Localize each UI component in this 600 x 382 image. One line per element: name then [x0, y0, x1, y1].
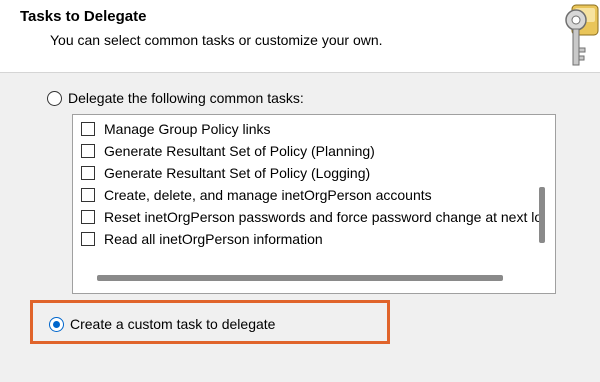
delegate-common-tasks-radio[interactable]: [47, 90, 62, 106]
task-checkbox[interactable]: [81, 166, 95, 180]
task-label: Manage Group Policy links: [104, 121, 271, 137]
list-item[interactable]: Read all inetOrgPerson information: [81, 231, 323, 247]
keys-icon: [565, 4, 599, 66]
task-checkbox[interactable]: [81, 232, 95, 246]
task-label: Reset inetOrgPerson passwords and force …: [104, 209, 543, 225]
list-item[interactable]: Create, delete, and manage inetOrgPerson…: [81, 187, 432, 203]
list-item[interactable]: Generate Resultant Set of Policy (Loggin…: [81, 165, 370, 181]
delegate-common-tasks-label: Delegate the following common tasks:: [68, 90, 304, 106]
custom-task-option[interactable]: Create a custom task to delegate: [49, 316, 275, 332]
task-label: Read all inetOrgPerson information: [104, 231, 323, 247]
task-label: Create, delete, and manage inetOrgPerson…: [104, 187, 432, 203]
task-label: Generate Resultant Set of Policy (Loggin…: [104, 165, 371, 181]
list-item[interactable]: Reset inetOrgPerson passwords and force …: [81, 209, 542, 225]
task-label: Generate Resultant Set of Policy (Planni…: [104, 143, 375, 159]
task-checkbox[interactable]: [81, 188, 95, 202]
wizard-header: Tasks to Delegate You can select common …: [0, 0, 600, 73]
task-checkbox[interactable]: [81, 144, 95, 158]
vertical-scrollbar-thumb[interactable]: [539, 187, 545, 243]
custom-task-label: Create a custom task to delegate: [70, 316, 276, 332]
horizontal-scrollbar-thumb[interactable]: [97, 275, 503, 281]
list-item[interactable]: Generate Resultant Set of Policy (Planni…: [81, 143, 375, 159]
delegate-common-tasks-option[interactable]: Delegate the following common tasks:: [47, 90, 304, 106]
task-checkbox[interactable]: [81, 122, 95, 136]
list-item[interactable]: Manage Group Policy links: [81, 121, 271, 137]
page-title: Tasks to Delegate: [20, 8, 147, 25]
custom-task-radio[interactable]: [49, 316, 64, 332]
page-subtitle: You can select common tasks or customize…: [50, 32, 383, 48]
task-checkbox[interactable]: [81, 210, 95, 224]
common-tasks-list[interactable]: Manage Group Policy links Generate Resul…: [72, 114, 556, 294]
